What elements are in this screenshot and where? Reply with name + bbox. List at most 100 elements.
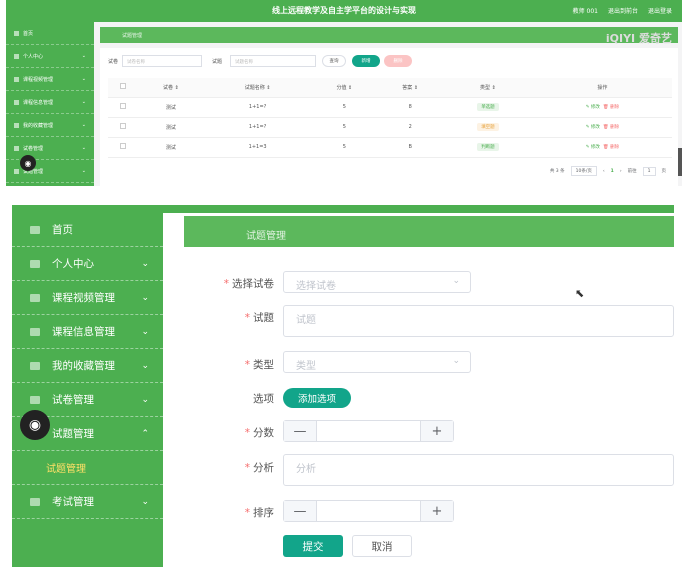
- book-icon: [14, 99, 19, 105]
- edit-button[interactable]: ✎ 修改: [586, 105, 600, 110]
- camera-icon[interactable]: ◉: [20, 410, 50, 440]
- row-checkbox[interactable]: [108, 137, 138, 158]
- chevron-down-icon: ⌄: [141, 258, 149, 269]
- add-button[interactable]: 新增: [352, 55, 380, 67]
- chevron-down-icon: ⌄: [141, 360, 149, 371]
- paper-icon: [14, 145, 19, 151]
- app-header: 线上远程教学及自主学平台的设计与实现 教师 001 退出到前台 退出登录: [6, 0, 682, 22]
- pagination: 共 3 条 10条/页 ‹ 1 › 前往 1 页: [550, 166, 666, 176]
- scrollbar[interactable]: [678, 148, 682, 176]
- paper-filter-input[interactable]: 试卷名称: [122, 55, 202, 67]
- mouse-cursor-icon: ⬉: [575, 287, 585, 300]
- chevron-down-icon: ⌄: [81, 76, 86, 82]
- delete-button[interactable]: 🗑 删除: [603, 105, 619, 110]
- table-row: 测试 1+1=3 5 B 判断题 ✎ 修改 🗑 删除: [108, 137, 672, 158]
- col-score[interactable]: 分值 ⇕: [311, 78, 378, 98]
- row-checkbox[interactable]: [108, 97, 138, 118]
- batch-delete-button[interactable]: 删除: [384, 55, 412, 67]
- sidebar-item-exams[interactable]: 考试管理 ⌄: [12, 485, 163, 519]
- paper-filter-label: 试卷: [108, 59, 119, 65]
- back-to-front-link[interactable]: 退出到前台: [608, 6, 638, 15]
- edit-button[interactable]: ✎ 修改: [586, 125, 600, 130]
- chevron-down-icon: ⌄: [141, 326, 149, 337]
- table-row: 测试 1+1=? 5 8 单选题 ✎ 修改 🗑 删除: [108, 97, 672, 118]
- add-option-button[interactable]: 添加选项: [283, 388, 351, 408]
- search-button[interactable]: 查询: [322, 55, 346, 67]
- type-badge: 单选题: [477, 103, 499, 111]
- analysis-textarea[interactable]: 分析: [283, 454, 674, 486]
- chevron-down-icon: ⌄: [81, 122, 86, 128]
- select-all-checkbox[interactable]: [108, 78, 138, 98]
- book-icon: [30, 327, 40, 336]
- home-icon: [14, 30, 19, 36]
- cell-paper: 测试: [138, 97, 204, 118]
- sidebar-item-profile[interactable]: 个人中心 ⌄: [6, 45, 94, 68]
- paper-select[interactable]: 选择试卷 ⌄: [283, 271, 471, 293]
- sidebar-item-course-video[interactable]: 课程视频管理 ⌄: [12, 281, 163, 315]
- cell-answer: 8: [377, 97, 444, 118]
- sidebar-item-profile[interactable]: 个人中心 ⌄: [12, 247, 163, 281]
- cell-question-name: 1+1=?: [203, 97, 312, 118]
- chevron-down-icon: ⌄: [141, 496, 149, 507]
- delete-button[interactable]: 🗑 删除: [603, 125, 619, 130]
- submit-button[interactable]: 提交: [283, 535, 343, 557]
- logout-link[interactable]: 退出登录: [648, 6, 672, 15]
- chevron-down-icon: ⌄: [81, 99, 86, 105]
- col-type[interactable]: 类型 ⇕: [443, 78, 533, 98]
- paper-select-label: * 选择试卷: [223, 278, 274, 290]
- goto-label: 前往: [627, 169, 637, 174]
- edit-button[interactable]: ✎ 修改: [586, 145, 600, 150]
- question-textarea[interactable]: 试题: [283, 305, 674, 337]
- delete-button[interactable]: 🗑 删除: [603, 145, 619, 150]
- sidebar-item-course-info[interactable]: 课程信息管理 ⌄: [6, 91, 94, 114]
- col-question-name[interactable]: 试题名称 ⇕: [203, 78, 312, 98]
- row-checkbox[interactable]: [108, 117, 138, 138]
- col-paper[interactable]: 试卷 ⇕: [138, 78, 204, 98]
- iqiyi-logo: iQIYI: [605, 32, 636, 45]
- chevron-down-icon: ⌄: [452, 356, 460, 366]
- question-label: * 试题: [244, 312, 274, 324]
- cancel-button[interactable]: 取消: [352, 535, 412, 557]
- col-answer[interactable]: 答案 ⇕: [377, 78, 444, 98]
- type-select[interactable]: 类型 ⌄: [283, 351, 471, 373]
- sidebar-item-papers[interactable]: 试卷管理 ⌄: [6, 137, 94, 160]
- chevron-down-icon: ⌄: [141, 292, 149, 303]
- paper-icon: [30, 395, 40, 404]
- sidebar-item-favorites[interactable]: 我的收藏管理 ⌄: [6, 114, 94, 137]
- sidebar-item-course-info[interactable]: 课程信息管理 ⌄: [12, 315, 163, 349]
- score-stepper[interactable]: — +: [283, 420, 454, 442]
- page-size-select[interactable]: 10条/页: [570, 166, 597, 176]
- camera-icon[interactable]: ◉: [20, 155, 36, 171]
- next-page-button[interactable]: ›: [620, 169, 622, 174]
- sidebar-item-favorites[interactable]: 我的收藏管理 ⌄: [12, 349, 163, 383]
- score-input[interactable]: [316, 421, 421, 441]
- type-badge: 判断题: [477, 143, 499, 151]
- question-icon: [14, 168, 19, 174]
- cell-answer: B: [377, 137, 444, 158]
- main-content: 试题管理 iQIYI 爱奇艺 试卷 试卷名称 试题 试题名称 查询 新增 删除 …: [94, 22, 682, 186]
- cell-score: 5: [311, 97, 378, 118]
- order-stepper[interactable]: — +: [283, 500, 454, 522]
- video-icon: [30, 293, 40, 302]
- prev-page-button[interactable]: ‹: [603, 169, 605, 174]
- order-input[interactable]: [316, 501, 421, 521]
- star-icon: [14, 122, 19, 128]
- decrement-button[interactable]: —: [284, 421, 316, 441]
- exam-icon: [30, 497, 40, 506]
- sidebar-subitem-question-manage[interactable]: 试题管理: [12, 451, 163, 485]
- sidebar-item-course-video[interactable]: 课程视频管理 ⌄: [6, 68, 94, 91]
- question-table: 试卷 ⇕ 试题名称 ⇕ 分值 ⇕ 答案 ⇕ 类型 ⇕ 操作 测试 1+1=? 5: [108, 78, 672, 158]
- breadcrumb: 试题管理: [100, 27, 678, 43]
- increment-button[interactable]: +: [421, 421, 453, 441]
- goto-page-input[interactable]: 1: [642, 166, 656, 176]
- question-filter-input[interactable]: 试题名称: [230, 55, 316, 67]
- question-list-screenshot: 线上远程教学及自主学平台的设计与实现 教师 001 退出到前台 退出登录 首页 …: [6, 0, 682, 186]
- sidebar-item-home[interactable]: 首页: [12, 213, 163, 247]
- sidebar-item-home[interactable]: 首页: [6, 22, 94, 45]
- page-number[interactable]: 1: [611, 169, 614, 174]
- decrement-button[interactable]: —: [284, 501, 316, 521]
- home-icon: [30, 225, 40, 234]
- increment-button[interactable]: +: [421, 501, 453, 521]
- chevron-down-icon: ⌄: [452, 276, 460, 286]
- type-badge: 填空题: [477, 123, 499, 131]
